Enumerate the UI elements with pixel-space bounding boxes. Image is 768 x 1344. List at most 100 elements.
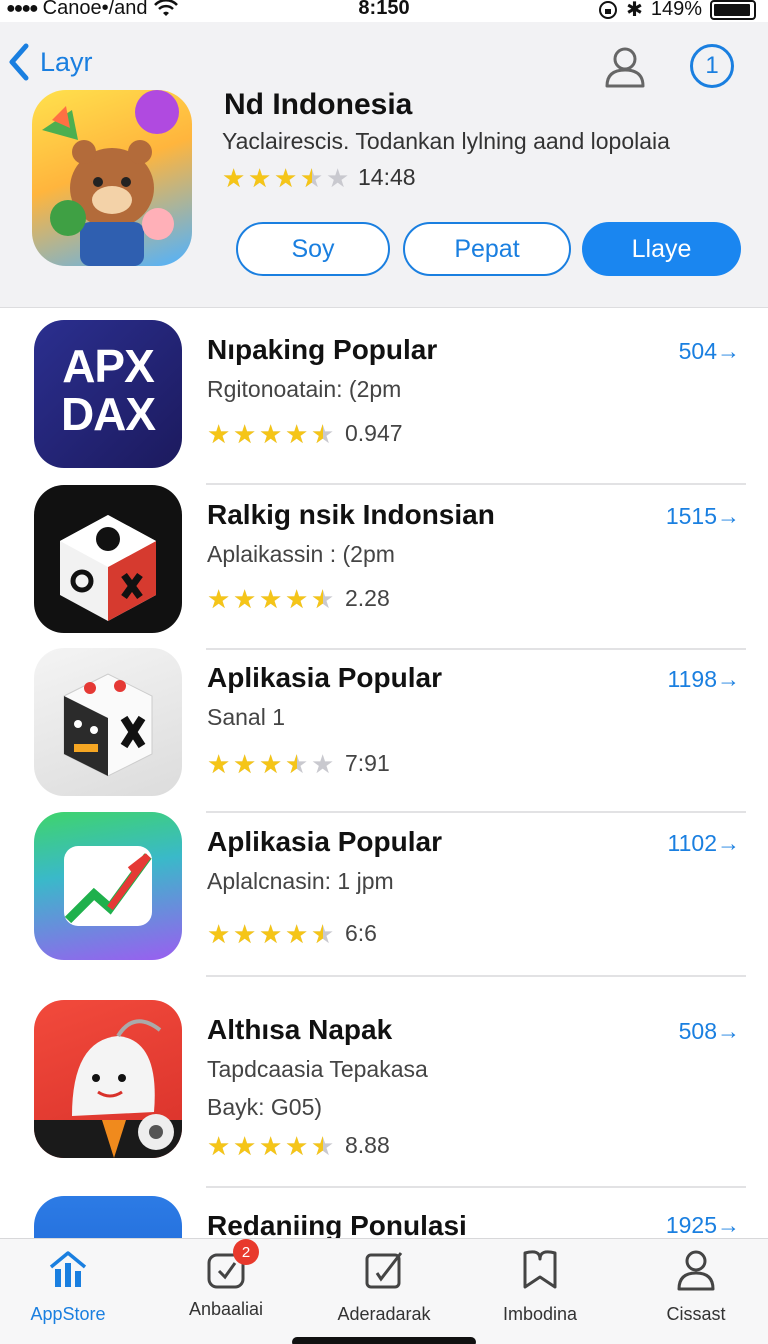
- app-count-link[interactable]: 1102→: [668, 830, 740, 857]
- app-subtitle: Aplalcnasin: 1 jpm: [207, 868, 394, 894]
- featured-title: Nd Indonesia: [224, 88, 413, 121]
- app-count-link[interactable]: 1198→: [668, 666, 740, 693]
- star-icon: ★★: [259, 748, 283, 779]
- mascot-app-icon: [34, 1000, 182, 1158]
- star-icon: ★★: [207, 1130, 231, 1161]
- rating-text: 6:6: [345, 920, 377, 946]
- star-rating: ★★★★★★★★★★: [207, 748, 335, 779]
- bell-mascot-icon: [34, 1019, 182, 1158]
- app-rating: ★ ★ ★ ★ ★ ★ ★ ★ ★ ★ 8.88: [207, 1132, 390, 1159]
- star-icon: ★★: [285, 418, 309, 449]
- star-icon: ★★: [233, 583, 257, 614]
- tab-imbodina[interactable]: Imbodina: [465, 1247, 615, 1325]
- app-title: Althısa Napak: [207, 1014, 393, 1045]
- app-title: Nıpaking Popular: [207, 334, 438, 365]
- apx-dax-app-icon: APX DAX: [34, 320, 182, 468]
- status-right: ✱ 149%: [598, 0, 756, 22]
- star-icon: ★★: [233, 918, 257, 949]
- pepat-button[interactable]: Pepat: [403, 222, 571, 276]
- app-subtitle: Rgitonoatain: (2pm: [207, 376, 402, 402]
- apx-text: APX: [62, 340, 155, 392]
- dice-app-icon: [34, 485, 182, 633]
- star-rating: ★★★★★★★★★★: [222, 162, 350, 193]
- star-rating: ★★★★★★★★★★: [207, 418, 335, 449]
- row-divider: [206, 1186, 746, 1188]
- star-icon: ★★: [285, 583, 309, 614]
- star-icon: ★★: [259, 918, 283, 949]
- star-icon: ★★: [222, 162, 246, 193]
- robot-cube-app-icon: [34, 648, 182, 796]
- bookmark-icon: [523, 1250, 557, 1289]
- featured-rating: ★★★★★★★★★★ 14:48: [222, 164, 416, 191]
- account-icon[interactable]: [602, 44, 648, 90]
- star-icon: ★★: [311, 418, 335, 449]
- list-item[interactable]: Redaniing Ponulasi 1925→: [0, 1196, 768, 1238]
- app-subtitle: Tapdcaasia Tepakasa: [207, 1056, 428, 1082]
- star-icon: ★★: [207, 918, 231, 949]
- partial-app-icon: [34, 1196, 182, 1238]
- app-count-link[interactable]: 508→: [679, 1018, 740, 1045]
- dice-icon: [60, 515, 156, 621]
- tab-label: Cissast: [666, 1304, 726, 1324]
- star-icon: ★★: [326, 162, 350, 193]
- app-rating: ★ ★ ★ ★ ★ ★ ★ ★ ★ ★ 2.28: [207, 585, 390, 612]
- trend-chart-icon: [64, 846, 152, 926]
- tab-appstore[interactable]: AppStore: [0, 1247, 143, 1325]
- rating-text: 7:91: [345, 750, 390, 776]
- star-icon: ★★: [274, 162, 298, 193]
- chevron-left-icon: [9, 43, 29, 81]
- dax-text: DAX: [60, 388, 156, 440]
- llaye-button[interactable]: Llaye: [582, 222, 741, 276]
- bluetooth-icon: ✱: [626, 0, 643, 21]
- updates-badge: 2: [233, 1239, 259, 1265]
- tab-aderadarak[interactable]: Aderadarak: [309, 1247, 459, 1325]
- star-icon: ★★: [311, 583, 335, 614]
- list-item[interactable]: Aplikasia Popular Aplalcnasin: 1 jpm ★ ★ ★…: [0, 812, 768, 977]
- battery-percent: 149%: [650, 0, 702, 20]
- star-icon: ★★: [259, 1130, 283, 1161]
- star-rating: ★★★★★★★★★★: [207, 583, 335, 614]
- tab-label: Anbaaliai: [188, 1299, 264, 1319]
- app-subtitle: Sanal 1: [207, 704, 286, 730]
- list-item[interactable]: Althısa Napak Tapdcaasia Tepakasa Bayk: …: [0, 1000, 768, 1188]
- app-count-link[interactable]: 1515→: [666, 503, 740, 530]
- star-icon: ★★: [285, 918, 309, 949]
- lock-rotation-icon: [599, 0, 618, 19]
- tab-bar: AppStore 2 Anbaaliai Aderadarak Imbodina…: [0, 1238, 768, 1344]
- star-icon: ★★: [311, 748, 335, 779]
- rating-text: 0.947: [345, 420, 403, 446]
- tab-cissast[interactable]: Cissast: [621, 1247, 768, 1325]
- rating-text: 2.28: [345, 585, 390, 611]
- list-item[interactable]: APX DAX Nıpaking Popular Rgitonoatain: (…: [0, 320, 768, 485]
- star-icon: ★★: [311, 1130, 335, 1161]
- rating-text: 8.88: [345, 1132, 390, 1158]
- app-subtitle: Aplaikassin : (2pm: [207, 541, 395, 567]
- soy-button[interactable]: Soy: [236, 222, 390, 276]
- chart-app-icon: [34, 812, 182, 960]
- featured-header: Layr 1 Nd Indonesia Yaclairescis. Todank…: [0, 22, 768, 308]
- tab-updates[interactable]: 2 Anbaaliai: [151, 1239, 301, 1320]
- star-icon: ★★: [259, 583, 283, 614]
- chart-icon: [49, 1251, 87, 1287]
- star-icon: ★★: [233, 748, 257, 779]
- list-item[interactable]: Ralkig nsik Indonsian Aplaikassin : (2pm…: [0, 485, 768, 650]
- status-bar: ●●●● Canoe•/and 8:150 ✱ 149%: [0, 0, 768, 22]
- star-icon: ★★: [285, 748, 309, 779]
- app-count-link[interactable]: 504→: [679, 338, 740, 365]
- back-button[interactable]: Layr: [6, 42, 93, 82]
- battery-icon: [710, 0, 756, 20]
- star-icon: ★★: [285, 1130, 309, 1161]
- featured-rating-text: 14:48: [358, 164, 416, 190]
- featured-app-icon[interactable]: [32, 90, 192, 266]
- apx-logo-text: APX DAX: [34, 342, 182, 438]
- star-icon: ★★: [207, 583, 231, 614]
- notification-count-button[interactable]: 1: [690, 44, 734, 88]
- row-divider: [206, 975, 746, 977]
- tab-label: AppStore: [30, 1304, 106, 1324]
- star-rating: ★★★★★★★★★★: [207, 918, 335, 949]
- app-subtitle-2: Bayk: G05): [207, 1094, 323, 1120]
- tab-label: Imbodina: [502, 1304, 578, 1324]
- bear-mascot-icon: [42, 90, 179, 266]
- list-item[interactable]: Aplikasia Popular Sanal 1 ★★★★★★★★★★ 7:9…: [0, 648, 768, 813]
- app-count-link[interactable]: 1925→: [666, 1212, 740, 1238]
